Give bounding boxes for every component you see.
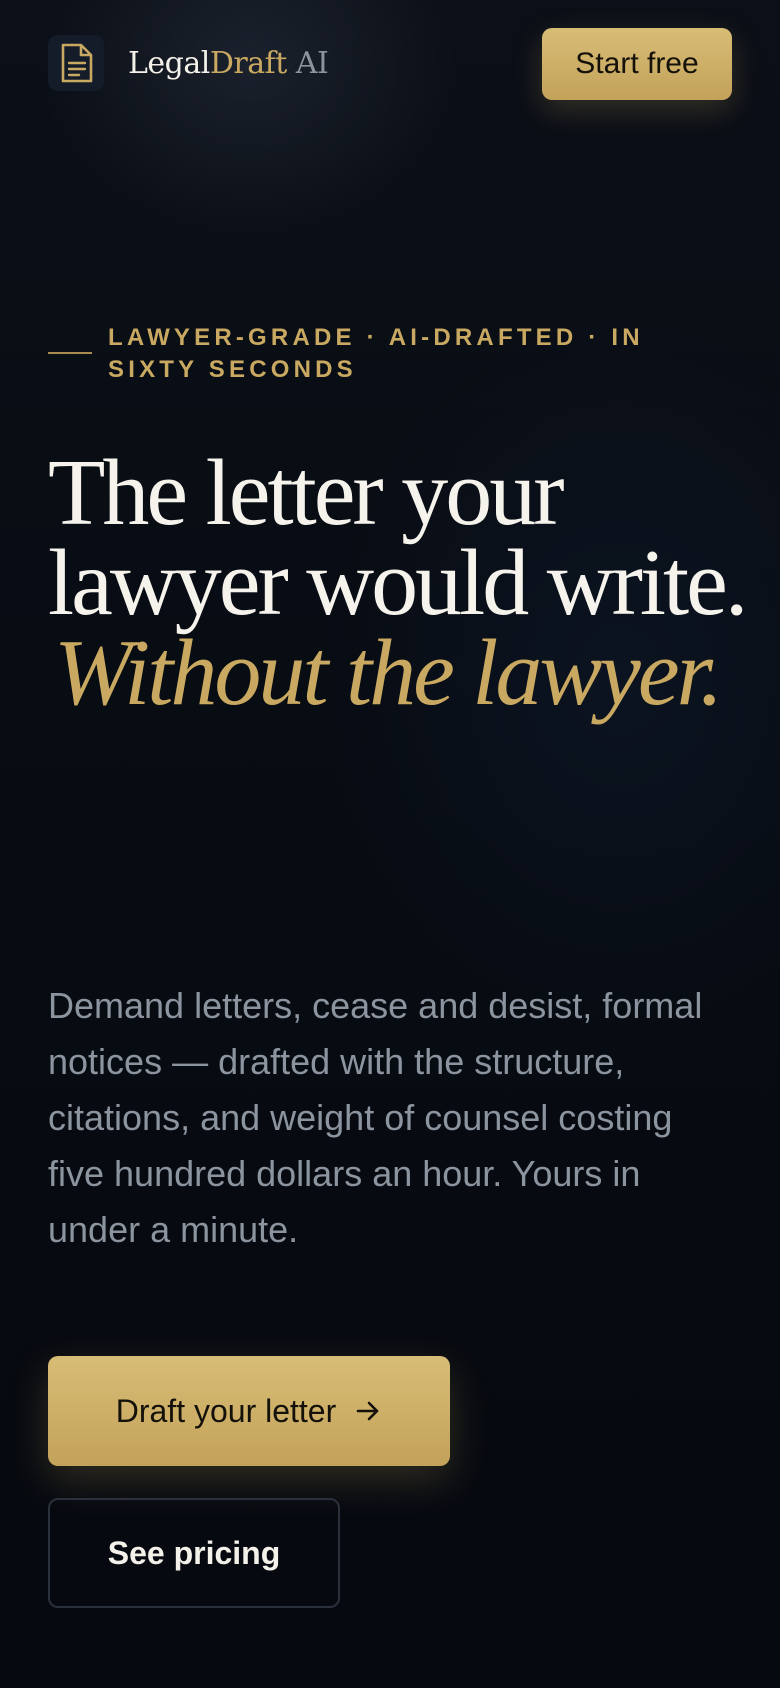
hero-lead: Demand letters, cease and desist, formal… — [48, 985, 703, 1250]
document-icon — [61, 43, 93, 83]
arrow-right-icon — [356, 1401, 379, 1421]
headline-line2-wrap: Without the lawyer. — [48, 621, 748, 725]
headline-line1: The letter your lawyer would write. — [48, 441, 748, 635]
headline-line2: Without the lawyer. — [54, 621, 723, 725]
eyebrow-text: LAWYER-GRADE · AI-DRAFTED · IN SIXTY SEC… — [108, 324, 644, 383]
brand-part-ai: AI — [286, 46, 329, 81]
draft-letter-label: Draft your letter — [115, 1392, 337, 1429]
start-free-button[interactable]: Start free — [542, 28, 732, 100]
see-pricing-button[interactable]: See pricing — [48, 1498, 340, 1608]
draft-letter-button[interactable]: Draft your letter — [48, 1356, 450, 1466]
brand-part-legal: Legal — [128, 46, 210, 81]
hero-headline: The letter your lawyer would write. With… — [48, 441, 748, 725]
eyebrow-rule — [48, 352, 92, 354]
logo-badge[interactable] — [48, 35, 104, 91]
brand-name[interactable]: LegalDraft AI — [128, 46, 329, 82]
site-header: LegalDraft AI Start free — [48, 28, 732, 100]
brand-part-draft: Draft — [209, 46, 287, 81]
